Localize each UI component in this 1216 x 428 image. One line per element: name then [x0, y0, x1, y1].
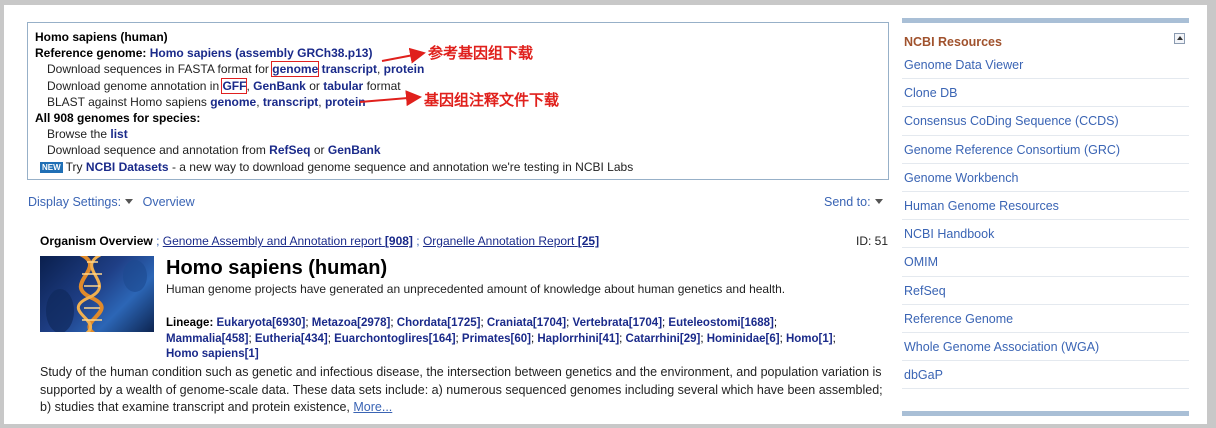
sidebar-item-wga[interactable]: Whole Genome Association (WGA): [902, 333, 1189, 362]
study-description: Study of the human condition such as gen…: [40, 365, 883, 414]
lineage-link[interactable]: Metazoa[2978]: [312, 317, 391, 329]
lineage-link[interactable]: Craniata[1704]: [487, 317, 566, 329]
chevron-down-icon: [874, 199, 883, 204]
assembly-report-link[interactable]: Genome Assembly and Annotation report [9…: [163, 234, 413, 248]
display-settings-menu[interactable]: Display Settings:: [28, 195, 134, 209]
sidebar-item-grc[interactable]: Genome Reference Consortium (GRC): [902, 136, 1189, 164]
sidebar-item-human-genome-resources[interactable]: Human Genome Resources: [902, 192, 1189, 221]
lineage-block: Lineage: Eukaryota[6930]; Metazoa[2978];…: [166, 316, 856, 363]
lineage-link[interactable]: Mammalia[458]: [166, 333, 248, 345]
sidebar-item-genome-data-viewer[interactable]: Genome Data Viewer: [902, 51, 1189, 80]
separator: ;: [416, 234, 420, 248]
sidebar-item-refseq[interactable]: RefSeq: [902, 277, 1189, 305]
lineage-link[interactable]: Hominidae[6]: [707, 333, 780, 345]
sidebar-title: NCBI Resources: [904, 35, 1002, 49]
send-to-menu[interactable]: Send to:: [824, 195, 883, 209]
lineage-link[interactable]: Homo[1]: [786, 333, 833, 345]
more-link[interactable]: More...: [353, 400, 392, 414]
send-to-label: Send to:: [824, 195, 871, 209]
lineage-link[interactable]: Eutheria[434]: [255, 333, 328, 345]
sidebar-item-clone-db[interactable]: Clone DB: [902, 79, 1189, 108]
lineage-link[interactable]: Catarrhini[29]: [626, 333, 701, 345]
collapse-icon[interactable]: [1174, 33, 1185, 44]
sidebar-item-omim[interactable]: OMIM: [902, 248, 1189, 277]
lineage-link[interactable]: Vertebrata[1704]: [573, 317, 663, 329]
sidebar-item-dbgap[interactable]: dbGaP: [902, 361, 1189, 390]
annotation-arrow: [359, 90, 422, 107]
ncbi-resources-sidebar: NCBI Resources Genome Data Viewer Clone …: [902, 18, 1189, 390]
overview-label: Overview: [142, 195, 195, 209]
organism-description: Human genome projects have generated an …: [166, 282, 786, 296]
organism-overview-title: Organism Overview: [40, 234, 153, 248]
dna-helix-icon: [46, 256, 147, 332]
separator: ;: [156, 234, 160, 248]
annotation-download-note: 基因组注释文件下载: [424, 91, 560, 109]
lineage-link[interactable]: Euteleostomi[1688]: [668, 317, 773, 329]
lineage-links: Eukaryota[6930]; Metazoa[2978]; Chordata…: [166, 317, 836, 360]
organism-study-text: Study of the human condition such as gen…: [40, 364, 890, 417]
sidebar-item-ncbi-handbook[interactable]: NCBI Handbook: [902, 220, 1189, 249]
lineage-link[interactable]: Eukaryota[6930]: [217, 317, 306, 329]
organism-id: ID: 51: [856, 234, 889, 248]
organelle-report-link[interactable]: Organelle Annotation Report [25]: [423, 234, 599, 248]
sidebar-header: NCBI Resources: [902, 23, 1189, 51]
dna-helix-image: [40, 256, 154, 332]
sidebar-item-reference-genome[interactable]: Reference Genome: [902, 305, 1189, 333]
ref-genome-download-note: 参考基因组下载: [428, 44, 534, 62]
lineage-link[interactable]: Homo sapiens[1]: [166, 348, 259, 360]
lineage-link[interactable]: Primates[60]: [462, 333, 531, 345]
lineage-link[interactable]: Haplorrhini[41]: [537, 333, 619, 345]
lineage-label: Lineage:: [166, 317, 214, 329]
organism-title: Homo sapiens (human): [166, 257, 388, 279]
sidebar-bottom-bar: [902, 411, 1189, 416]
display-settings-label: Display Settings:: [28, 195, 122, 209]
lineage-link[interactable]: Euarchontoglires[164]: [334, 333, 455, 345]
display-settings-bar: Display Settings: Overview: [28, 195, 195, 209]
organism-overview-header: Organism Overview ; Genome Assembly and …: [40, 234, 599, 248]
lineage-link[interactable]: Chordata[1725]: [397, 317, 481, 329]
ref-genome-arrow: [381, 47, 426, 64]
sidebar-item-ccds[interactable]: Consensus CoDing Sequence (CCDS): [902, 107, 1189, 136]
chevron-down-icon: [125, 199, 134, 204]
sidebar-item-genome-workbench[interactable]: Genome Workbench: [902, 164, 1189, 192]
